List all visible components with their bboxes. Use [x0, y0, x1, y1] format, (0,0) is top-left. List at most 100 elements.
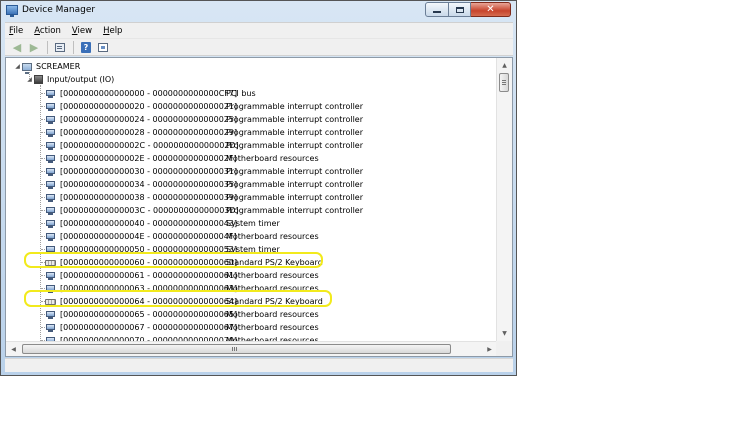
forward-arrow-icon: ▶ — [29, 40, 39, 54]
tree-node-io-range[interactable]: [000000000000002C - 000000000000002D] Pro… — [45, 139, 363, 152]
device-icon — [45, 245, 57, 254]
tree-node-io-range[interactable]: [0000000000000063 - 0000000000000063] Mot… — [45, 282, 319, 295]
tree-node-io-range[interactable]: [000000000000004E - 000000000000004F] Mot… — [45, 230, 319, 243]
tree-node-io-range[interactable]: [0000000000000061 - 0000000000000061] Mot… — [45, 269, 319, 282]
horizontal-scrollbar[interactable]: ◀ ▶ — [6, 341, 497, 356]
device-name-text: Programmable interrupt controller — [226, 167, 363, 176]
help-icon: ? — [81, 41, 91, 53]
scroll-right-button[interactable]: ▶ — [482, 342, 497, 356]
tree-node-io-range[interactable]: [0000000000000070 - 0000000000000070] Mot… — [45, 334, 319, 341]
properties-button[interactable] — [52, 40, 68, 54]
tree-node-io-range[interactable]: [0000000000000024 - 0000000000000025] Pro… — [45, 113, 363, 126]
device-name-text: Programmable interrupt controller — [226, 180, 363, 189]
io-range-text: [0000000000000028 - 0000000000000029] — [60, 128, 238, 137]
menu-view[interactable]: View — [72, 26, 92, 36]
device-icon — [45, 89, 57, 98]
io-range-text: [0000000000000024 - 0000000000000025] — [60, 115, 238, 124]
minimize-button[interactable] — [425, 2, 449, 17]
back-button[interactable]: ◀ — [9, 40, 25, 54]
tree-node-io-category[interactable]: ◢ Input/output (IO) — [25, 73, 114, 86]
device-icon — [45, 206, 57, 215]
device-icon — [45, 323, 57, 332]
device-name-text: Motherboard resources — [226, 271, 319, 280]
device-icon — [45, 284, 57, 293]
scroll-down-button[interactable]: ▼ — [497, 326, 512, 341]
io-range-text: [0000000000000030 - 0000000000000031] — [60, 167, 238, 176]
tree-node-io-range[interactable]: [0000000000000065 - 0000000000000065] Mot… — [45, 308, 319, 321]
back-arrow-icon: ◀ — [12, 40, 22, 54]
device-name-text: Motherboard resources — [226, 232, 319, 241]
tree-connector — [40, 85, 41, 341]
device-icon — [45, 167, 57, 176]
menu-help[interactable]: Help — [103, 26, 122, 36]
title-bar[interactable]: Device Manager ✕ — [1, 1, 516, 20]
device-icon — [45, 193, 57, 202]
device-tree-pane[interactable]: ◢ SCREAMER ◢ Input/output (IO) [00000000… — [5, 57, 513, 357]
device-name-text: Standard PS/2 Keyboard — [226, 297, 323, 306]
maximize-icon — [455, 6, 464, 13]
console-tree-icon — [98, 42, 108, 52]
device-icon — [45, 219, 57, 228]
device-name-text: System timer — [226, 245, 280, 254]
toolbar: ◀ ▶ ? — [5, 38, 513, 56]
collapse-arrow-icon[interactable]: ◢ — [13, 63, 22, 70]
device-name-text: Programmable interrupt controller — [226, 128, 363, 137]
toolbar-separator — [47, 40, 48, 54]
io-range-text: [000000000000002E - 000000000000002F] — [60, 154, 237, 163]
tree-node-computer[interactable]: ◢ SCREAMER — [13, 60, 81, 74]
device-icon — [45, 115, 57, 124]
horizontal-scroll-thumb[interactable] — [22, 344, 451, 354]
vertical-scroll-thumb[interactable] — [499, 73, 509, 92]
help-button[interactable]: ? — [78, 40, 94, 54]
device-name-text: Motherboard resources — [226, 284, 319, 293]
io-range-text: [0000000000000020 - 0000000000000021] — [60, 102, 238, 111]
tree-node-io-range[interactable]: [0000000000000064 - 0000000000000064] Sta… — [45, 295, 323, 308]
device-name-text: Programmable interrupt controller — [226, 102, 363, 111]
vertical-scrollbar[interactable]: ▲ ▼ — [496, 58, 512, 341]
close-icon: ✕ — [486, 3, 495, 15]
menu-file[interactable]: File — [9, 26, 23, 36]
device-name-text: Standard PS/2 Keyboard — [226, 258, 323, 267]
tree-node-io-range[interactable]: [0000000000000060 - 0000000000000060] Sta… — [45, 256, 323, 269]
device-name-text: Programmable interrupt controller — [226, 141, 363, 150]
tree-node-io-range[interactable]: [0000000000000050 - 0000000000000053] Sys… — [45, 243, 280, 256]
tree-node-io-range[interactable]: [0000000000000020 - 0000000000000021] Pro… — [45, 100, 363, 113]
close-button[interactable]: ✕ — [471, 2, 511, 17]
tree-node-io-range[interactable]: [0000000000000040 - 0000000000000043] Sys… — [45, 217, 280, 230]
tree-node-io-range[interactable]: [000000000000003C - 000000000000003D] Pro… — [45, 204, 363, 217]
show-hide-console-tree-button[interactable] — [95, 40, 111, 54]
forward-button[interactable]: ▶ — [26, 40, 42, 54]
menu-action[interactable]: Action — [34, 26, 61, 36]
computer-name: SCREAMER — [36, 62, 81, 71]
device-icon — [45, 102, 57, 111]
tree-node-io-range[interactable]: [0000000000000067 - 0000000000000067] Mot… — [45, 321, 319, 334]
io-range-text: [0000000000000063 - 0000000000000063] — [60, 284, 238, 293]
device-name-text: Programmable interrupt controller — [226, 193, 363, 202]
tree-node-io-range[interactable]: [0000000000000000 - 0000000000000CF7] PCI… — [45, 87, 256, 100]
io-range-text: [0000000000000034 - 0000000000000035] — [60, 180, 238, 189]
tree-node-io-range[interactable]: [000000000000002E - 000000000000002F] Mot… — [45, 152, 319, 165]
io-range-text: [0000000000000064 - 0000000000000064] — [60, 297, 238, 306]
category-label: Input/output (IO) — [47, 75, 115, 84]
scroll-left-button[interactable]: ◀ — [6, 342, 21, 356]
device-icon — [45, 128, 57, 137]
device-name-text: System timer — [226, 219, 280, 228]
tree-node-io-range[interactable]: [0000000000000038 - 0000000000000039] Pro… — [45, 191, 363, 204]
device-icon — [45, 141, 57, 150]
minimize-icon — [433, 11, 441, 13]
device-manager-window: Device Manager ✕ File Action View Help ◀… — [0, 0, 517, 376]
maximize-button[interactable] — [449, 2, 471, 17]
window-title: Device Manager — [22, 5, 96, 15]
io-range-text: [0000000000000040 - 0000000000000043] — [60, 219, 238, 228]
keyboard-icon — [45, 258, 57, 267]
tree-node-io-range[interactable]: [0000000000000028 - 0000000000000029] Pro… — [45, 126, 363, 139]
tree-node-io-range[interactable]: [0000000000000030 - 0000000000000031] Pro… — [45, 165, 363, 178]
device-name-text: Programmable interrupt controller — [226, 115, 363, 124]
tree-node-io-range[interactable]: [0000000000000034 - 0000000000000035] Pro… — [45, 178, 363, 191]
device-name-text: Motherboard resources — [226, 154, 319, 163]
io-range-text: [0000000000000000 - 0000000000000CF7] — [60, 89, 238, 98]
device-name-text: PCI bus — [226, 89, 256, 98]
collapse-arrow-icon[interactable]: ◢ — [25, 76, 34, 83]
device-icon — [45, 271, 57, 280]
scroll-up-button[interactable]: ▲ — [497, 58, 512, 73]
